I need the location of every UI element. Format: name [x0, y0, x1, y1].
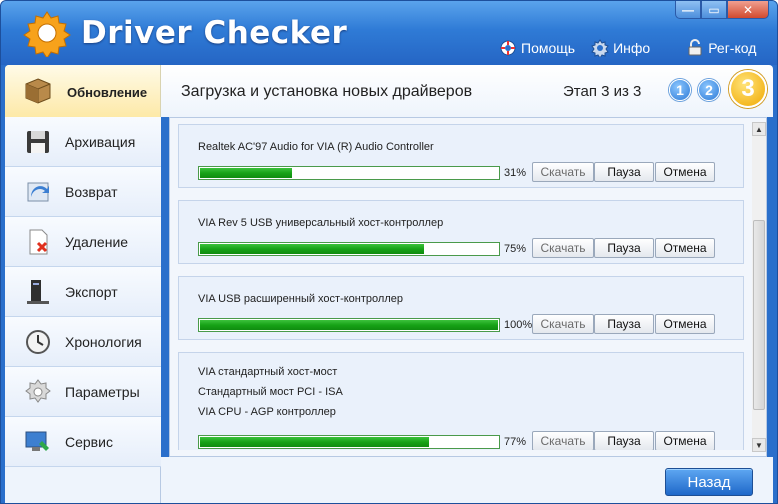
sidebar-item-label: Архивация [65, 133, 136, 150]
scroll-down-button[interactable]: ▼ [752, 438, 766, 452]
header-band: Обновление Загрузка и установка новых др… [5, 65, 773, 117]
scroll-up-button[interactable]: ▲ [752, 122, 766, 136]
progress-percent: 77% [504, 436, 527, 448]
window-controls: — ▭ ✕ [675, 1, 769, 19]
sidebar-item-export[interactable]: Экспорт [5, 267, 161, 317]
gear-logo-icon [23, 11, 71, 57]
download-button[interactable]: Скачать [532, 431, 594, 450]
close-button[interactable]: ✕ [727, 1, 769, 19]
regcode-link-label: Рег-код [708, 40, 757, 56]
sidebar-item-label: Удаление [65, 233, 129, 250]
sidebar-item-history[interactable]: Хронология [5, 317, 161, 367]
step-2-badge: 2 [698, 79, 720, 101]
back-button[interactable]: Назад [665, 468, 753, 496]
app-window: Driver Checker — ▭ ✕ Помощь Инфо Рег-код… [0, 0, 778, 504]
delete-document-icon [29, 229, 48, 254]
package-box-icon [25, 78, 51, 104]
title-bar: Driver Checker — ▭ ✕ Помощь Инфо Рег-код [1, 1, 777, 65]
driver-name: VIA USB расширенный хост-контроллер [198, 293, 403, 305]
sidebar-item-label: Экспорт [65, 283, 118, 300]
pause-button[interactable]: Пауза [594, 162, 654, 182]
sidebar-item-delete[interactable]: Удаление [5, 217, 161, 267]
app-title: Driver Checker [81, 15, 348, 51]
scrollbar[interactable]: ▲ ▼ [752, 122, 766, 452]
driver-card: VIA стандартный хост-мост Стандартный мо… [178, 352, 744, 450]
minimize-button[interactable]: — [675, 1, 701, 19]
info-link[interactable]: Инфо [591, 39, 650, 57]
lock-icon [688, 39, 702, 56]
driver-name: VIA Rev 5 USB универсальный хост-контрол… [198, 217, 444, 229]
progress-bar [198, 318, 500, 332]
cancel-button[interactable]: Отмена [655, 238, 715, 258]
settings-icon [25, 378, 51, 403]
driver-card: Realtek AC'97 Audio for VIA (R) Audio Co… [178, 124, 744, 188]
driver-name: Realtek AC'97 Audio for VIA (R) Audio Co… [198, 141, 434, 153]
pause-button[interactable]: Пауза [594, 238, 654, 258]
sidebar-item-restore[interactable]: Возврат [5, 167, 161, 217]
driver-name: VIA CPU - AGP контроллер [198, 406, 336, 418]
scroll-thumb[interactable] [753, 220, 765, 410]
step-3-badge: 3 [729, 70, 767, 108]
progress-bar [198, 166, 500, 180]
download-button[interactable]: Скачать [532, 314, 594, 334]
driver-name: Стандартный мост PCI - ISA [198, 386, 343, 398]
progress-percent: 31% [504, 167, 527, 179]
cancel-button[interactable]: Отмена [655, 431, 715, 450]
tab-update[interactable]: Обновление [5, 65, 161, 117]
clock-icon [26, 329, 50, 354]
restore-button[interactable]: ▭ [701, 1, 727, 19]
footer-bar: Назад [161, 457, 773, 503]
help-link[interactable]: Помощь [499, 39, 575, 57]
cancel-button[interactable]: Отмена [655, 314, 715, 334]
driver-list: Realtek AC'97 Audio for VIA (R) Audio Co… [178, 124, 744, 450]
sidebar-item-service[interactable]: Сервис [5, 417, 161, 467]
sidebar-item-label: Параметры [65, 383, 140, 400]
service-monitor-icon [25, 431, 49, 451]
info-gear-icon [591, 39, 609, 57]
page-title: Загрузка и установка новых драйверов [181, 83, 473, 100]
download-button[interactable]: Скачать [532, 162, 594, 182]
regcode-link[interactable]: Рег-код [686, 39, 756, 57]
export-icon [27, 279, 49, 304]
top-links: Помощь Инфо Рег-код [499, 39, 772, 57]
sidebar-item-backup[interactable]: Архивация [5, 117, 161, 167]
driver-card: VIA USB расширенный хост-контроллер 100%… [178, 276, 744, 340]
progress-bar [198, 242, 500, 256]
stage-indicator: Этап 3 из 3 [563, 83, 642, 100]
help-link-label: Помощь [521, 40, 576, 56]
sidebar: Архивация Возврат Удаление Экспорт Хроно… [5, 117, 161, 503]
driver-card: VIA Rev 5 USB универсальный хост-контрол… [178, 200, 744, 264]
download-panel: Realtek AC'97 Audio for VIA (R) Audio Co… [169, 117, 767, 457]
pause-button[interactable]: Пауза [594, 431, 654, 450]
step-1-badge: 1 [669, 79, 691, 101]
sidebar-item-label: Хронология [65, 333, 142, 350]
driver-name: VIA стандартный хост-мост [198, 366, 338, 378]
progress-percent: 100% [504, 319, 533, 331]
progress-bar [198, 435, 500, 449]
sidebar-item-label: Возврат [65, 183, 118, 200]
progress-percent: 75% [504, 243, 527, 255]
help-icon [500, 40, 516, 56]
download-button[interactable]: Скачать [532, 238, 594, 258]
info-link-label: Инфо [613, 40, 651, 56]
pause-button[interactable]: Пауза [594, 314, 654, 334]
sidebar-item-settings[interactable]: Параметры [5, 367, 161, 417]
tab-update-label: Обновление [67, 85, 148, 100]
floppy-disk-icon [27, 130, 49, 153]
restore-arrow-icon [27, 182, 49, 201]
sidebar-item-label: Сервис [65, 433, 113, 450]
cancel-button[interactable]: Отмена [655, 162, 715, 182]
